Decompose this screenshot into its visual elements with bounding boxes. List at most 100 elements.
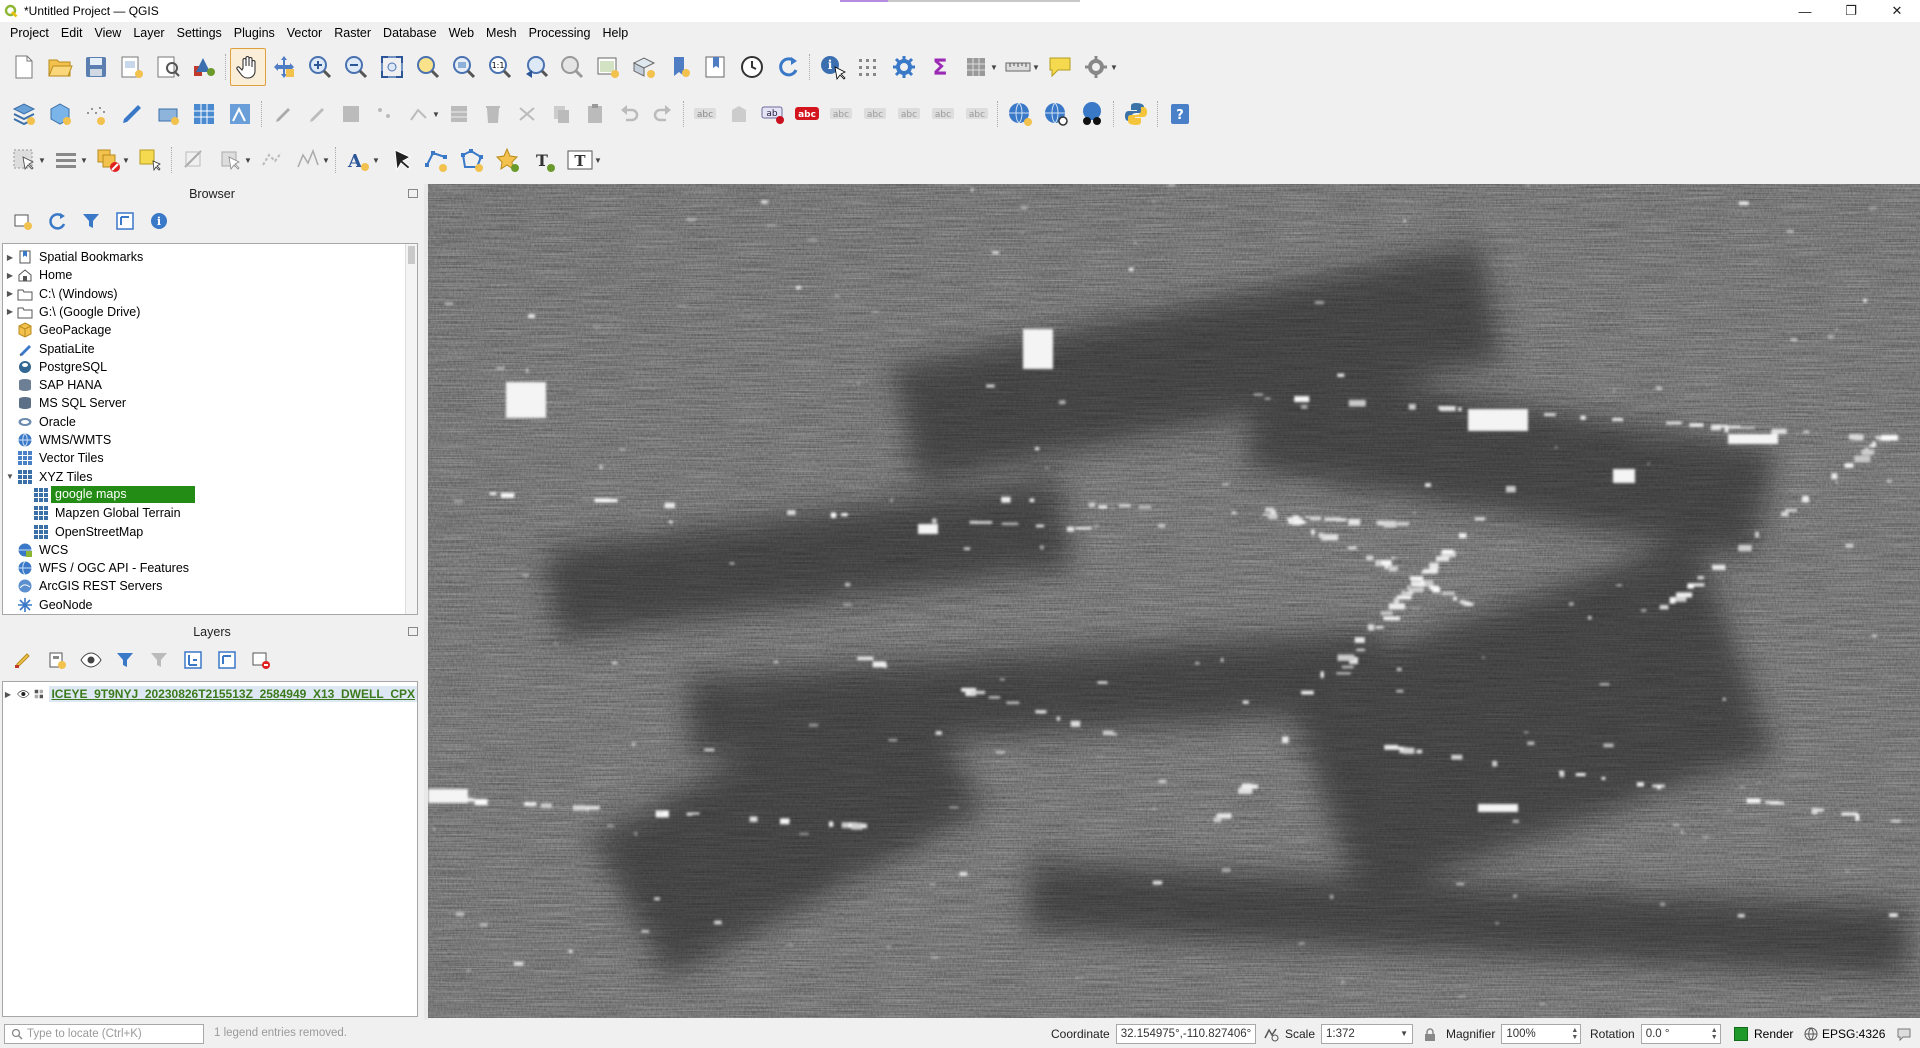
split-features-button[interactable] bbox=[176, 141, 212, 179]
browser-item[interactable]: PostgreSQL bbox=[3, 358, 417, 376]
show-unplaced-labels-button[interactable]: abc bbox=[790, 95, 824, 133]
open-layer-styling-button[interactable] bbox=[6, 646, 40, 674]
menu-web[interactable]: Web bbox=[443, 22, 480, 44]
menu-mesh[interactable]: Mesh bbox=[480, 22, 523, 44]
menu-settings[interactable]: Settings bbox=[171, 22, 228, 44]
toggle-extents-icon[interactable] bbox=[1262, 1025, 1280, 1043]
browser-item[interactable]: Vector Tiles bbox=[3, 449, 417, 467]
layer-diagram-options-button[interactable] bbox=[722, 95, 756, 133]
new-project-button[interactable] bbox=[6, 48, 42, 86]
zoom-to-selection-button[interactable] bbox=[410, 48, 446, 86]
menu-processing[interactable]: Processing bbox=[523, 22, 597, 44]
move-label-button[interactable]: abc bbox=[892, 95, 926, 133]
style-manager-button[interactable] bbox=[186, 48, 222, 86]
menu-edit[interactable]: Edit bbox=[55, 22, 89, 44]
expand-arrow-icon[interactable]: ▶ bbox=[3, 271, 17, 280]
select-features-button[interactable] bbox=[6, 141, 42, 179]
filter-by-expression-button[interactable] bbox=[142, 646, 176, 674]
browser-item[interactable]: SpatiaLite bbox=[3, 340, 417, 358]
deselect-all-button[interactable] bbox=[90, 141, 126, 179]
identify-features-button[interactable]: i bbox=[814, 48, 850, 86]
change-label-button[interactable]: abc bbox=[960, 95, 994, 133]
pan-to-selection-button[interactable] bbox=[266, 48, 302, 86]
menu-help[interactable]: Help bbox=[596, 22, 634, 44]
copy-features-button[interactable] bbox=[544, 95, 578, 133]
browser-item[interactable]: google maps bbox=[3, 486, 417, 504]
collapse-arrow-icon[interactable]: ▼ bbox=[3, 472, 17, 481]
current-edits-button[interactable] bbox=[300, 95, 334, 133]
open-attribute-table-button[interactable] bbox=[850, 48, 886, 86]
zoom-next-button[interactable] bbox=[554, 48, 590, 86]
minimize-button[interactable]: — bbox=[1782, 0, 1828, 22]
cut-features-button[interactable] bbox=[510, 95, 544, 133]
search-qms-button[interactable] bbox=[1002, 95, 1038, 133]
new-3d-map-view-button[interactable] bbox=[626, 48, 662, 86]
filter-legend-button[interactable] bbox=[108, 646, 142, 674]
browser-tree[interactable]: ▶ Spatial Bookmarks ▶ Home ▶ C:\ (Windows) ▶ G:… bbox=[2, 243, 418, 615]
select-by-location-button[interactable] bbox=[132, 141, 168, 179]
expand-arrow-icon[interactable]: ▶ bbox=[3, 253, 17, 262]
browser-item[interactable]: WCS bbox=[3, 541, 417, 559]
toolbox-button[interactable] bbox=[886, 48, 922, 86]
digitize-with-segment-button[interactable] bbox=[114, 95, 150, 133]
maximize-button[interactable]: ❐ bbox=[1828, 0, 1874, 22]
lock-scale-icon[interactable] bbox=[1424, 1028, 1436, 1042]
vertex-tool-button[interactable] bbox=[402, 95, 436, 133]
browser-item[interactable]: Mapzen Global Terrain bbox=[3, 504, 417, 522]
browser-item[interactable]: MS SQL Server bbox=[3, 394, 417, 412]
magnifier-spinbox[interactable]: 100% ▲ ▼ bbox=[1501, 1024, 1582, 1044]
show-bookmarks-button[interactable] bbox=[698, 48, 734, 86]
filter-browser-button[interactable] bbox=[74, 207, 108, 235]
simplify-feature-button[interactable] bbox=[290, 141, 326, 179]
text-annotation-dropdown-button[interactable]: T bbox=[562, 141, 598, 179]
browser-item[interactable]: Oracle bbox=[3, 413, 417, 431]
render-toggle[interactable]: Render bbox=[1734, 1024, 1793, 1044]
collapse-all-button[interactable] bbox=[108, 207, 142, 235]
modify-attributes-button[interactable] bbox=[442, 95, 476, 133]
delete-selected-button[interactable] bbox=[476, 95, 510, 133]
spin-arrows-icon[interactable]: ▲ ▼ bbox=[1571, 1027, 1578, 1041]
zoom-out-button[interactable] bbox=[338, 48, 374, 86]
visibility-eye-icon[interactable] bbox=[17, 687, 30, 701]
layout-manager-button[interactable] bbox=[150, 48, 186, 86]
create-line-annotation-button[interactable] bbox=[418, 141, 454, 179]
new-map-view-button[interactable] bbox=[590, 48, 626, 86]
menu-plugins[interactable]: Plugins bbox=[228, 22, 281, 44]
redo-button[interactable] bbox=[646, 95, 680, 133]
select-by-value-button[interactable] bbox=[48, 141, 84, 179]
zoom-native-resolution-button[interactable]: 1:1 bbox=[482, 48, 518, 86]
undock-icon[interactable] bbox=[408, 627, 418, 636]
decorations-button[interactable] bbox=[1078, 48, 1114, 86]
map-canvas[interactable] bbox=[428, 184, 1920, 1018]
refresh-browser-button[interactable] bbox=[40, 207, 74, 235]
menu-view[interactable]: View bbox=[88, 22, 127, 44]
add-group-button[interactable] bbox=[40, 646, 74, 674]
layer-labeling-options-button[interactable]: abc bbox=[688, 95, 722, 133]
browser-item[interactable]: WFS / OGC API - Features bbox=[3, 559, 417, 577]
toggle-editing-button[interactable] bbox=[266, 95, 300, 133]
layer-name[interactable]: ICEYE_9T9NYJ_20230826T215513Z_2584949_X1… bbox=[49, 686, 417, 702]
data-source-manager-button[interactable] bbox=[6, 95, 42, 133]
browser-item[interactable]: ▼ XYZ Tiles bbox=[3, 468, 417, 486]
add-vector-tile-layer-button[interactable] bbox=[222, 95, 258, 133]
zoom-in-button[interactable] bbox=[302, 48, 338, 86]
collapse-all-layers-button[interactable] bbox=[210, 646, 244, 674]
create-polygon-annotation-button[interactable] bbox=[454, 141, 490, 179]
spin-arrows-icon[interactable]: ▲ ▼ bbox=[1711, 1027, 1718, 1041]
undo-button[interactable] bbox=[612, 95, 646, 133]
new-print-layout-button[interactable] bbox=[114, 48, 150, 86]
browser-item[interactable]: ▶ C:\ (Windows) bbox=[3, 285, 417, 303]
close-button[interactable]: ✕ bbox=[1874, 0, 1920, 22]
refresh-button[interactable] bbox=[770, 48, 806, 86]
save-edits-button[interactable] bbox=[334, 95, 368, 133]
add-raster-layer-button[interactable] bbox=[150, 95, 186, 133]
open-project-button[interactable] bbox=[42, 48, 78, 86]
new-temporary-scratch-layer-button[interactable] bbox=[78, 95, 114, 133]
create-text-annotation-button[interactable]: T bbox=[526, 141, 562, 179]
new-bookmark-button[interactable] bbox=[662, 48, 698, 86]
crs-button[interactable]: EPSG:4326 bbox=[1804, 1024, 1885, 1044]
enable-properties-button[interactable]: i bbox=[142, 207, 176, 235]
browser-item[interactable]: GeoNode bbox=[3, 596, 417, 614]
chevron-down-icon[interactable]: ▼ bbox=[1400, 1029, 1408, 1038]
add-selected-layers-button[interactable] bbox=[6, 207, 40, 235]
